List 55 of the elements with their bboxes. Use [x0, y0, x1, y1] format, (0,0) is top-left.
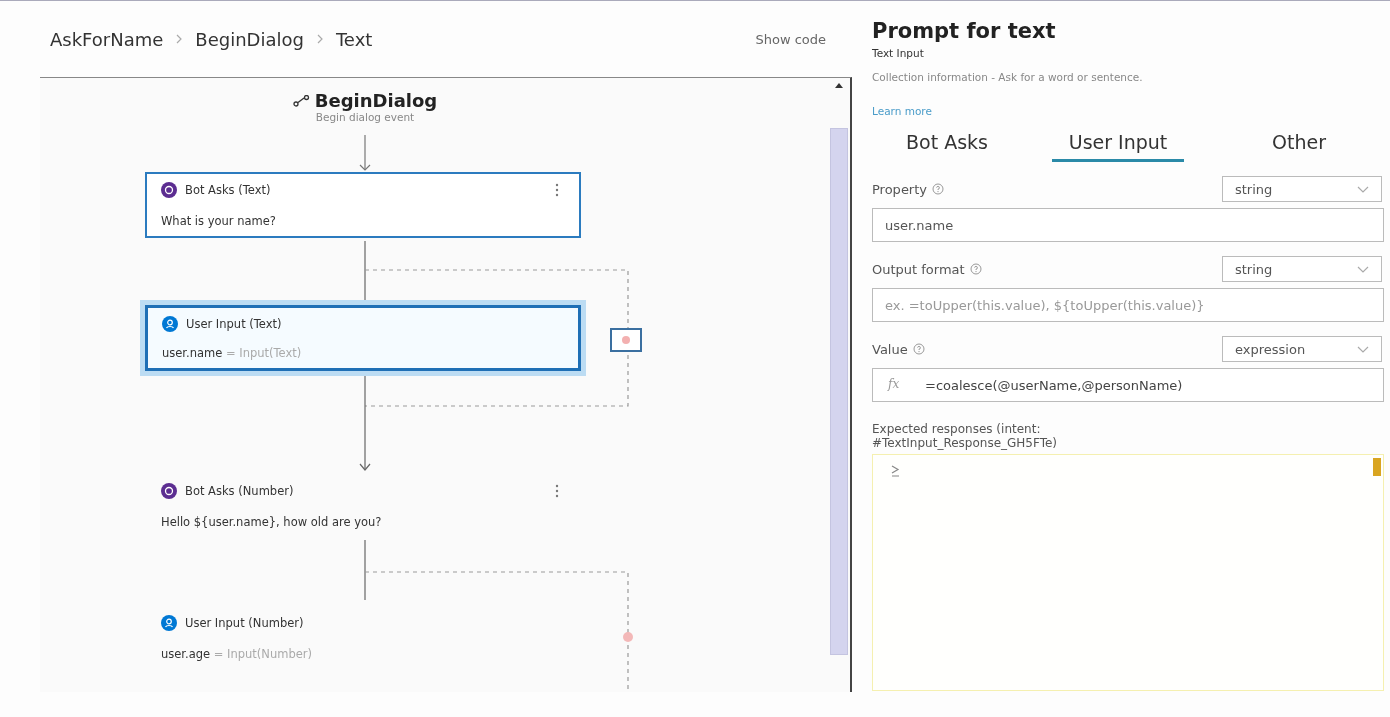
tab[interactable]: User Input [1052, 123, 1184, 162]
field-label: Output format [872, 261, 965, 277]
node-text: What is your name? [161, 214, 276, 228]
more-icon[interactable] [555, 484, 559, 498]
node-text: Hello ${user.name}, how old are you? [161, 515, 382, 529]
prompt-icon [891, 465, 900, 477]
function-label: fx [888, 377, 900, 391]
panel-title: Prompt for text [872, 19, 1056, 43]
variable-name: user.name [162, 346, 223, 360]
scroll-up-icon[interactable] [835, 82, 843, 88]
panel-subtitle: Text Input [872, 47, 924, 59]
trigger-title: BeginDialog [314, 90, 438, 111]
type-dropdown[interactable]: string [1222, 176, 1382, 202]
chevron-icon [315, 34, 324, 44]
input-expression: = Input(Number) [213, 647, 312, 661]
node-title: User Input (Text) [186, 317, 283, 331]
loop-node[interactable] [610, 328, 642, 352]
field-label: Property [872, 181, 927, 197]
help-icon[interactable] [969, 263, 982, 275]
connector-line [364, 539, 366, 601]
variable-name: user.age [161, 647, 211, 661]
chevron-down-icon[interactable] [1357, 185, 1369, 193]
panel-description: Collection information - Ask for a word or sentence. [872, 71, 1143, 83]
field-label: Value [872, 341, 908, 357]
help-icon[interactable] [912, 343, 925, 355]
tab[interactable]: Other [1224, 123, 1374, 162]
connector-arrow [359, 134, 371, 171]
scroll-thumb[interactable] [1373, 458, 1381, 476]
breadcrumb-item[interactable]: Text [335, 28, 373, 50]
breadcrumb-item[interactable]: AskForName [50, 28, 164, 50]
person-icon [162, 316, 178, 332]
node-title: User Input (Number) [185, 616, 305, 630]
field-label: Expected responses (intent: #TextInput_Response_GH5FTe) [872, 422, 1059, 450]
type-dropdown[interactable]: expression [1222, 336, 1382, 362]
more-icon[interactable] [555, 183, 559, 197]
action-node[interactable]: Bot Asks (Text) What is your name? [145, 172, 581, 238]
show-code-link[interactable]: Show code [755, 31, 826, 47]
input-expression: = Input(Text) [225, 346, 302, 360]
chevron-icon [175, 34, 184, 44]
node-title: Bot Asks (Text) [185, 183, 272, 197]
input-field[interactable]: user.name [872, 208, 1384, 242]
tab[interactable]: Bot Asks [872, 123, 1022, 162]
breadcrumb-item[interactable]: BeginDialog [195, 28, 304, 50]
loop-dot [623, 632, 633, 642]
type-dropdown[interactable]: string [1222, 256, 1382, 282]
help-icon[interactable] [932, 183, 944, 195]
person-icon [161, 615, 177, 631]
link-icon [292, 94, 311, 107]
chat-icon [161, 483, 177, 499]
node-title: Bot Asks (Number) [185, 484, 295, 498]
input-field[interactable]: ex. =toUpper(this.value), ${toUpper(this.value)} [872, 288, 1384, 322]
chevron-down-icon[interactable] [1357, 265, 1369, 273]
chat-icon [161, 182, 177, 198]
chevron-down-icon[interactable] [1357, 345, 1369, 353]
trigger-subtitle: Begin dialog event [315, 111, 415, 123]
